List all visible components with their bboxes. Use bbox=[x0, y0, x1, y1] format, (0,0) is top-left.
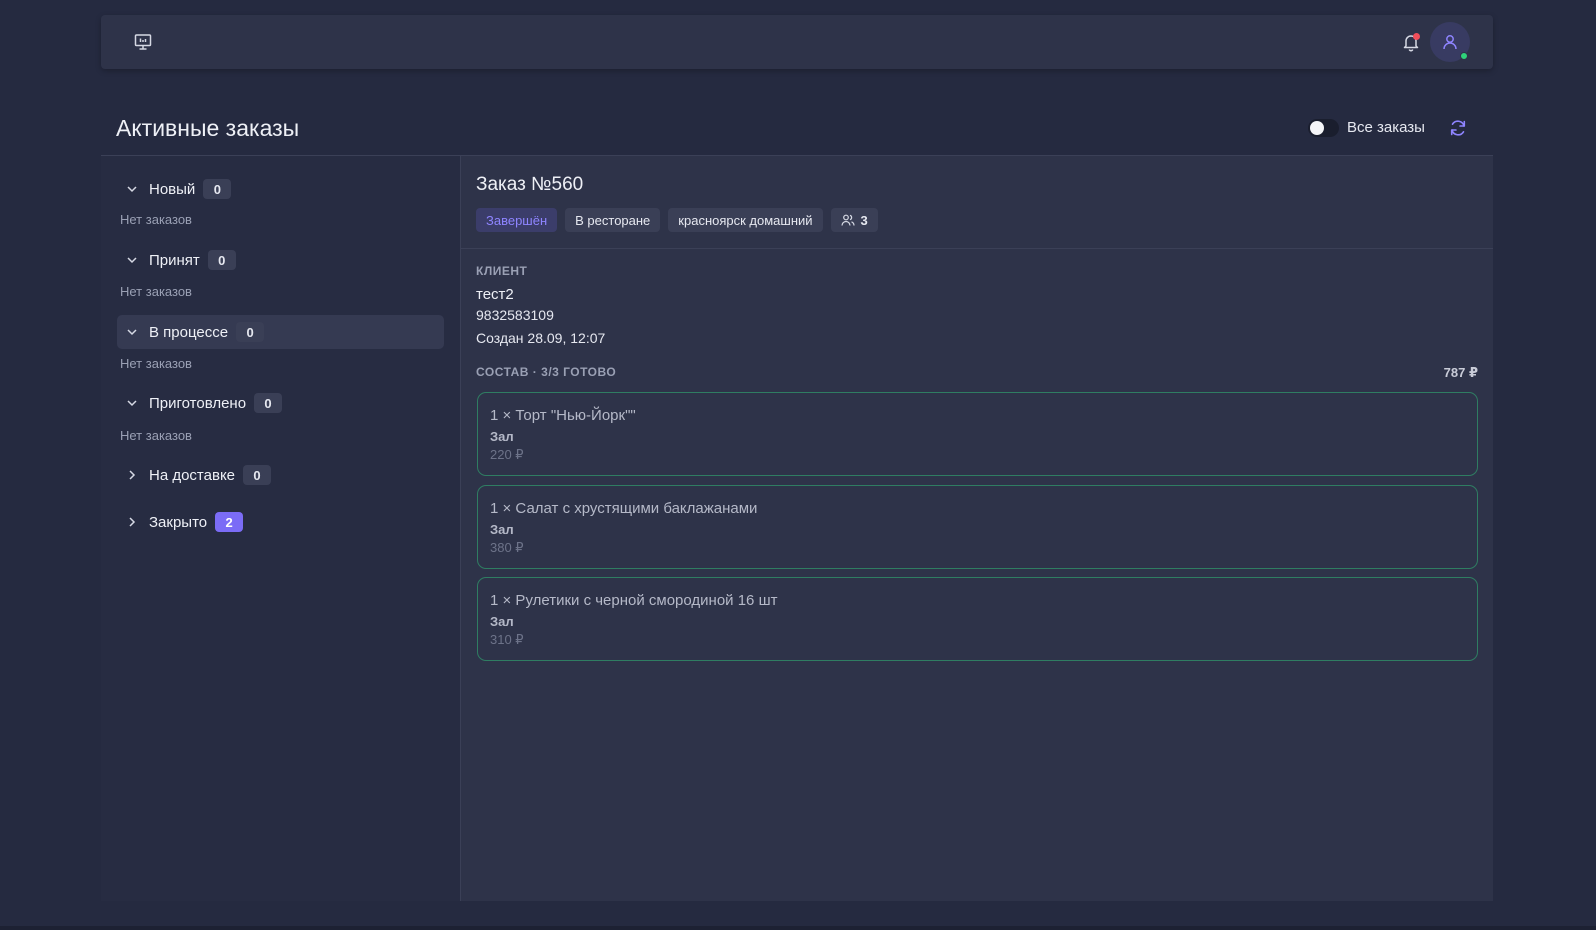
count-badge: 0 bbox=[243, 465, 272, 485]
item-name: 1 × Торт "Нью-Йорк"" bbox=[490, 407, 636, 424]
avatar[interactable] bbox=[1430, 22, 1470, 62]
monitor-icon[interactable] bbox=[131, 30, 155, 54]
created-time: Создан 28.09, 12:07 bbox=[476, 330, 606, 346]
location-badge: красноярск домашний bbox=[668, 208, 823, 232]
guests-count: 3 bbox=[860, 212, 868, 228]
divider bbox=[461, 248, 1493, 249]
item-name: 1 × Рулетики с черной смородиной 16 шт bbox=[490, 592, 778, 609]
client-section-label: КЛИЕНТ bbox=[476, 264, 528, 278]
empty-note: Нет заказов bbox=[120, 356, 192, 371]
guests-badge: 3 bbox=[830, 208, 878, 232]
item-price: 220 ₽ bbox=[490, 447, 524, 462]
user-icon bbox=[1443, 35, 1457, 50]
chevron-down-icon bbox=[125, 325, 139, 339]
status-group-new[interactable]: Новый 0 bbox=[117, 172, 444, 206]
item-place: Зал bbox=[490, 614, 514, 629]
client-name: тест2 bbox=[476, 286, 514, 303]
order-item-card[interactable]: 1 × Рулетики с черной смородиной 16 шт З… bbox=[477, 577, 1478, 661]
count-badge: 0 bbox=[203, 179, 232, 199]
empty-note: Нет заказов bbox=[120, 212, 192, 227]
order-item-card[interactable]: 1 × Торт "Нью-Йорк"" Зал 220 ₽ bbox=[477, 392, 1478, 476]
users-icon bbox=[840, 213, 855, 227]
item-place: Зал bbox=[490, 522, 514, 537]
status-group-closed[interactable]: Закрыто 2 bbox=[117, 505, 444, 539]
notifications-button[interactable] bbox=[1399, 30, 1423, 54]
items-section-label: СОСТАВ · 3/3 ГОТОВО bbox=[476, 365, 617, 379]
chevron-right-icon bbox=[125, 468, 139, 482]
empty-note: Нет заказов bbox=[120, 284, 192, 299]
divider bbox=[101, 155, 1493, 156]
status-group-label: Приготовлено bbox=[149, 394, 247, 412]
status-group-prepared[interactable]: Приготовлено 0 bbox=[117, 386, 444, 420]
item-place: Зал bbox=[490, 429, 514, 444]
count-badge: 0 bbox=[254, 393, 283, 413]
status-group-label: В процессе bbox=[149, 323, 229, 341]
order-tags: Завершён В ресторане красноярск домашний… bbox=[476, 208, 878, 232]
status-group-label: На доставке bbox=[149, 466, 236, 484]
count-badge: 0 bbox=[207, 250, 236, 270]
chevron-down-icon bbox=[125, 396, 139, 410]
toggle-knob bbox=[1310, 121, 1324, 135]
all-orders-toggle-label[interactable]: Все заказы bbox=[1347, 119, 1425, 136]
order-type-badge: В ресторане bbox=[565, 208, 661, 232]
status-group-in-progress[interactable]: В процессе 0 bbox=[117, 315, 444, 349]
app-page: Активные заказы Все заказы Новый 0 Нет з… bbox=[0, 0, 1596, 930]
order-title: Заказ №560 bbox=[476, 174, 584, 195]
divider bbox=[460, 155, 461, 901]
order-item-card[interactable]: 1 × Салат с хрустящими баклажанами Зал 3… bbox=[477, 485, 1478, 569]
chevron-down-icon bbox=[125, 253, 139, 267]
status-group-accepted[interactable]: Принят 0 bbox=[117, 243, 444, 277]
count-badge: 0 bbox=[236, 322, 265, 342]
top-bar bbox=[101, 15, 1493, 69]
status-group-label: Закрыто bbox=[149, 513, 208, 531]
bottom-strip bbox=[0, 926, 1596, 930]
chevron-down-icon bbox=[125, 182, 139, 196]
status-group-label: Новый bbox=[149, 180, 196, 198]
online-status-dot bbox=[1460, 52, 1468, 60]
chevron-right-icon bbox=[125, 515, 139, 529]
page-title: Активные заказы bbox=[116, 115, 300, 141]
status-group-label: Принят bbox=[149, 251, 200, 269]
notification-dot bbox=[1413, 33, 1420, 40]
empty-note: Нет заказов bbox=[120, 428, 192, 443]
item-name: 1 × Салат с хрустящими баклажанами bbox=[490, 500, 758, 517]
refresh-button[interactable] bbox=[1447, 117, 1469, 139]
status-group-delivery[interactable]: На доставке 0 bbox=[117, 458, 444, 492]
refresh-icon bbox=[1450, 120, 1466, 136]
item-price: 380 ₽ bbox=[490, 540, 524, 555]
count-badge: 2 bbox=[215, 512, 244, 532]
all-orders-toggle[interactable] bbox=[1308, 119, 1339, 137]
status-badge: Завершён bbox=[476, 208, 558, 232]
order-total: 787 ₽ bbox=[1443, 365, 1478, 380]
item-price: 310 ₽ bbox=[490, 632, 524, 647]
client-phone: 9832583109 bbox=[476, 307, 554, 323]
